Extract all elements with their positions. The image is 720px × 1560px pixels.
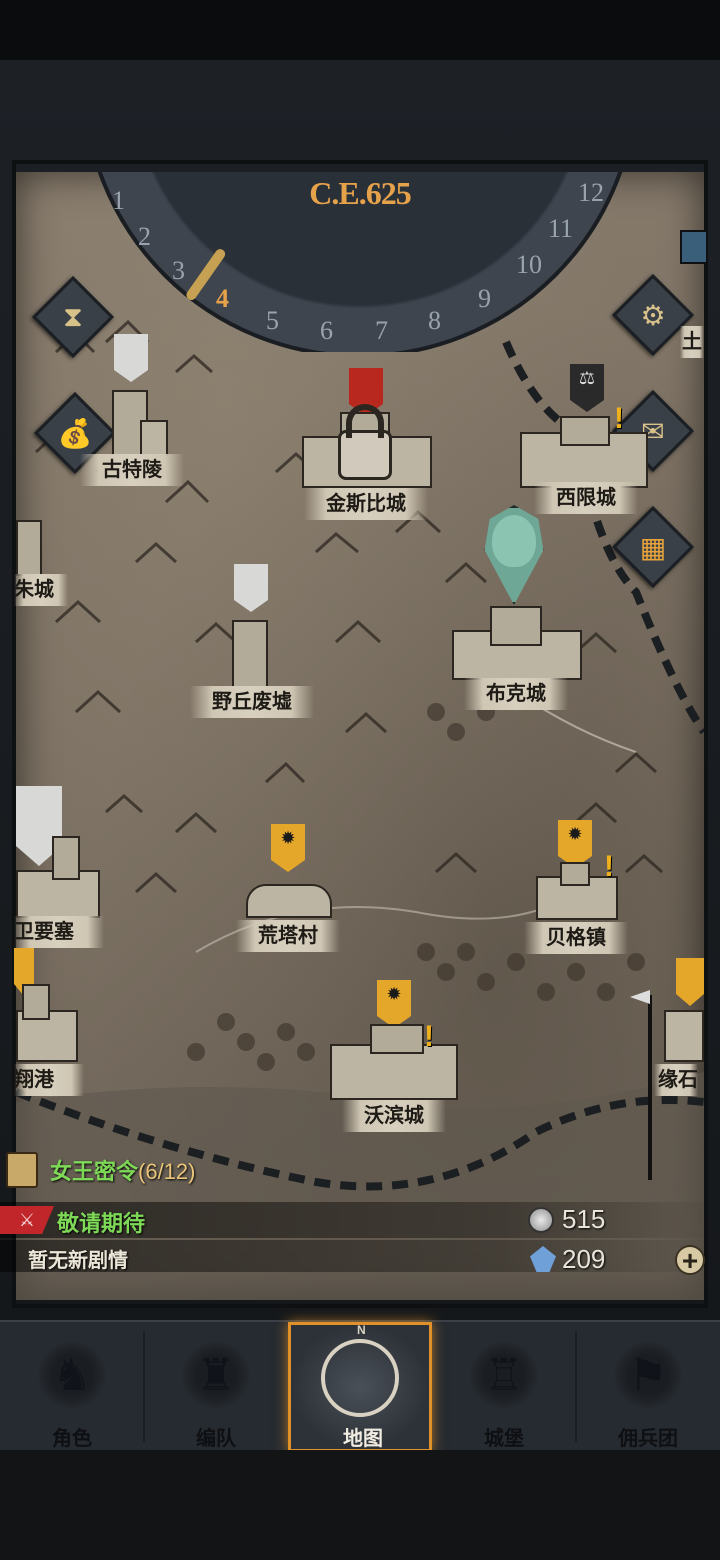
silver-coin-icon (528, 1207, 554, 1233)
location-gutling[interactable]: 古特陵 (80, 454, 184, 486)
add-resource-button[interactable]: + (675, 1245, 705, 1275)
location-huangta[interactable]: 荒塔村 (236, 920, 340, 952)
scroll-icon (6, 1152, 38, 1188)
event-label[interactable]: 敬请期待 (57, 1206, 145, 1238)
location-xixian[interactable]: 西限城 (534, 482, 638, 514)
month-7: 7 (375, 316, 388, 345)
story-label[interactable]: 暂无新剧情 (28, 1244, 128, 1273)
bottom-nav: ♞ 角色 ♜ 编队 N 地图 ♖ 城堡 ⚑ 佣兵团 (0, 1320, 720, 1452)
crystal-amount: 209 (562, 1244, 606, 1274)
nav-formation[interactable]: ♜ 编队 (144, 1322, 288, 1452)
quest-progress: (6/12) (138, 1159, 196, 1184)
grid-icon: ▦ (639, 531, 667, 563)
player-location-pin[interactable] (482, 505, 546, 605)
nav-map[interactable]: N 地图 (288, 1322, 432, 1452)
location-buke[interactable]: 布克城 (464, 678, 568, 710)
scales-icon: ⚖ (578, 368, 596, 388)
quest-tracker[interactable]: 女王密令(6/12) (50, 1154, 196, 1186)
compass-north-label: N (357, 1323, 366, 1337)
month-4-current: 4 (216, 284, 229, 313)
helmet-icon (492, 515, 536, 567)
knight-icon: ♞ (37, 1340, 107, 1410)
month-8: 8 (428, 306, 441, 335)
location-weiyao[interactable]: 卫要塞 (14, 916, 104, 948)
compass-icon (321, 1339, 399, 1417)
helmet-group-icon: ♜ (181, 1340, 251, 1410)
location-yeqiu[interactable]: 野丘废墟 (190, 686, 314, 718)
gear-icon: ⚙ (640, 299, 666, 331)
alert-icon: ! (604, 850, 614, 883)
mercenary-banner-icon: ⚑ (613, 1340, 683, 1410)
location-yuanshi[interactable]: 缘石 (654, 1064, 698, 1096)
location-jinsibi[interactable]: 金斯比城 (304, 488, 428, 520)
alert-icon: ! (424, 1020, 434, 1053)
location-wobin[interactable]: 沃滨城 (342, 1100, 446, 1132)
location-tu[interactable]: 土 (680, 326, 704, 358)
crest-icon: ✹ (386, 984, 402, 1004)
crest-icon: ✹ (280, 828, 296, 848)
nav-mercenary[interactable]: ⚑ 佣兵团 (576, 1322, 720, 1452)
month-3: 3 (172, 256, 185, 285)
month-10: 10 (516, 250, 542, 279)
top-status-bar (0, 0, 720, 60)
month-5: 5 (266, 306, 279, 335)
territory-flag-pole (648, 995, 652, 1180)
silver-amount: 515 (562, 1204, 606, 1234)
month-11: 11 (548, 214, 574, 243)
blue-banner-icon (680, 230, 708, 264)
calendar-year: C.E.625 (309, 175, 411, 211)
nav-castle[interactable]: ♖ 城堡 (432, 1322, 576, 1452)
nav-label-character: 角色 (52, 1428, 92, 1450)
nav-label-formation: 编队 (196, 1428, 236, 1450)
nav-label-map: 地图 (343, 1428, 383, 1450)
location-zhu[interactable]: 朱城 (14, 574, 68, 606)
location-beige[interactable]: 贝格镇 (524, 922, 628, 954)
month-12: 12 (578, 178, 604, 207)
quest-title: 女王密令 (50, 1159, 139, 1184)
month-9: 9 (478, 284, 491, 313)
month-6: 6 (320, 316, 333, 345)
lock-shackle (346, 404, 384, 438)
nav-character[interactable]: ♞ 角色 (0, 1322, 144, 1452)
alert-icon: ! (614, 402, 624, 435)
crest-icon: ✹ (567, 824, 583, 844)
castle-icon: ♖ (469, 1340, 539, 1410)
system-nav-bar (0, 1450, 720, 1560)
nav-label-mercenary: 佣兵团 (618, 1428, 678, 1450)
hourglass-icon: ⧗ (63, 300, 83, 332)
month-2: 2 (138, 222, 151, 251)
location-xiang[interactable]: 翔港 (14, 1064, 84, 1096)
month-1: 1 (112, 186, 125, 215)
nav-label-castle: 城堡 (484, 1428, 524, 1450)
